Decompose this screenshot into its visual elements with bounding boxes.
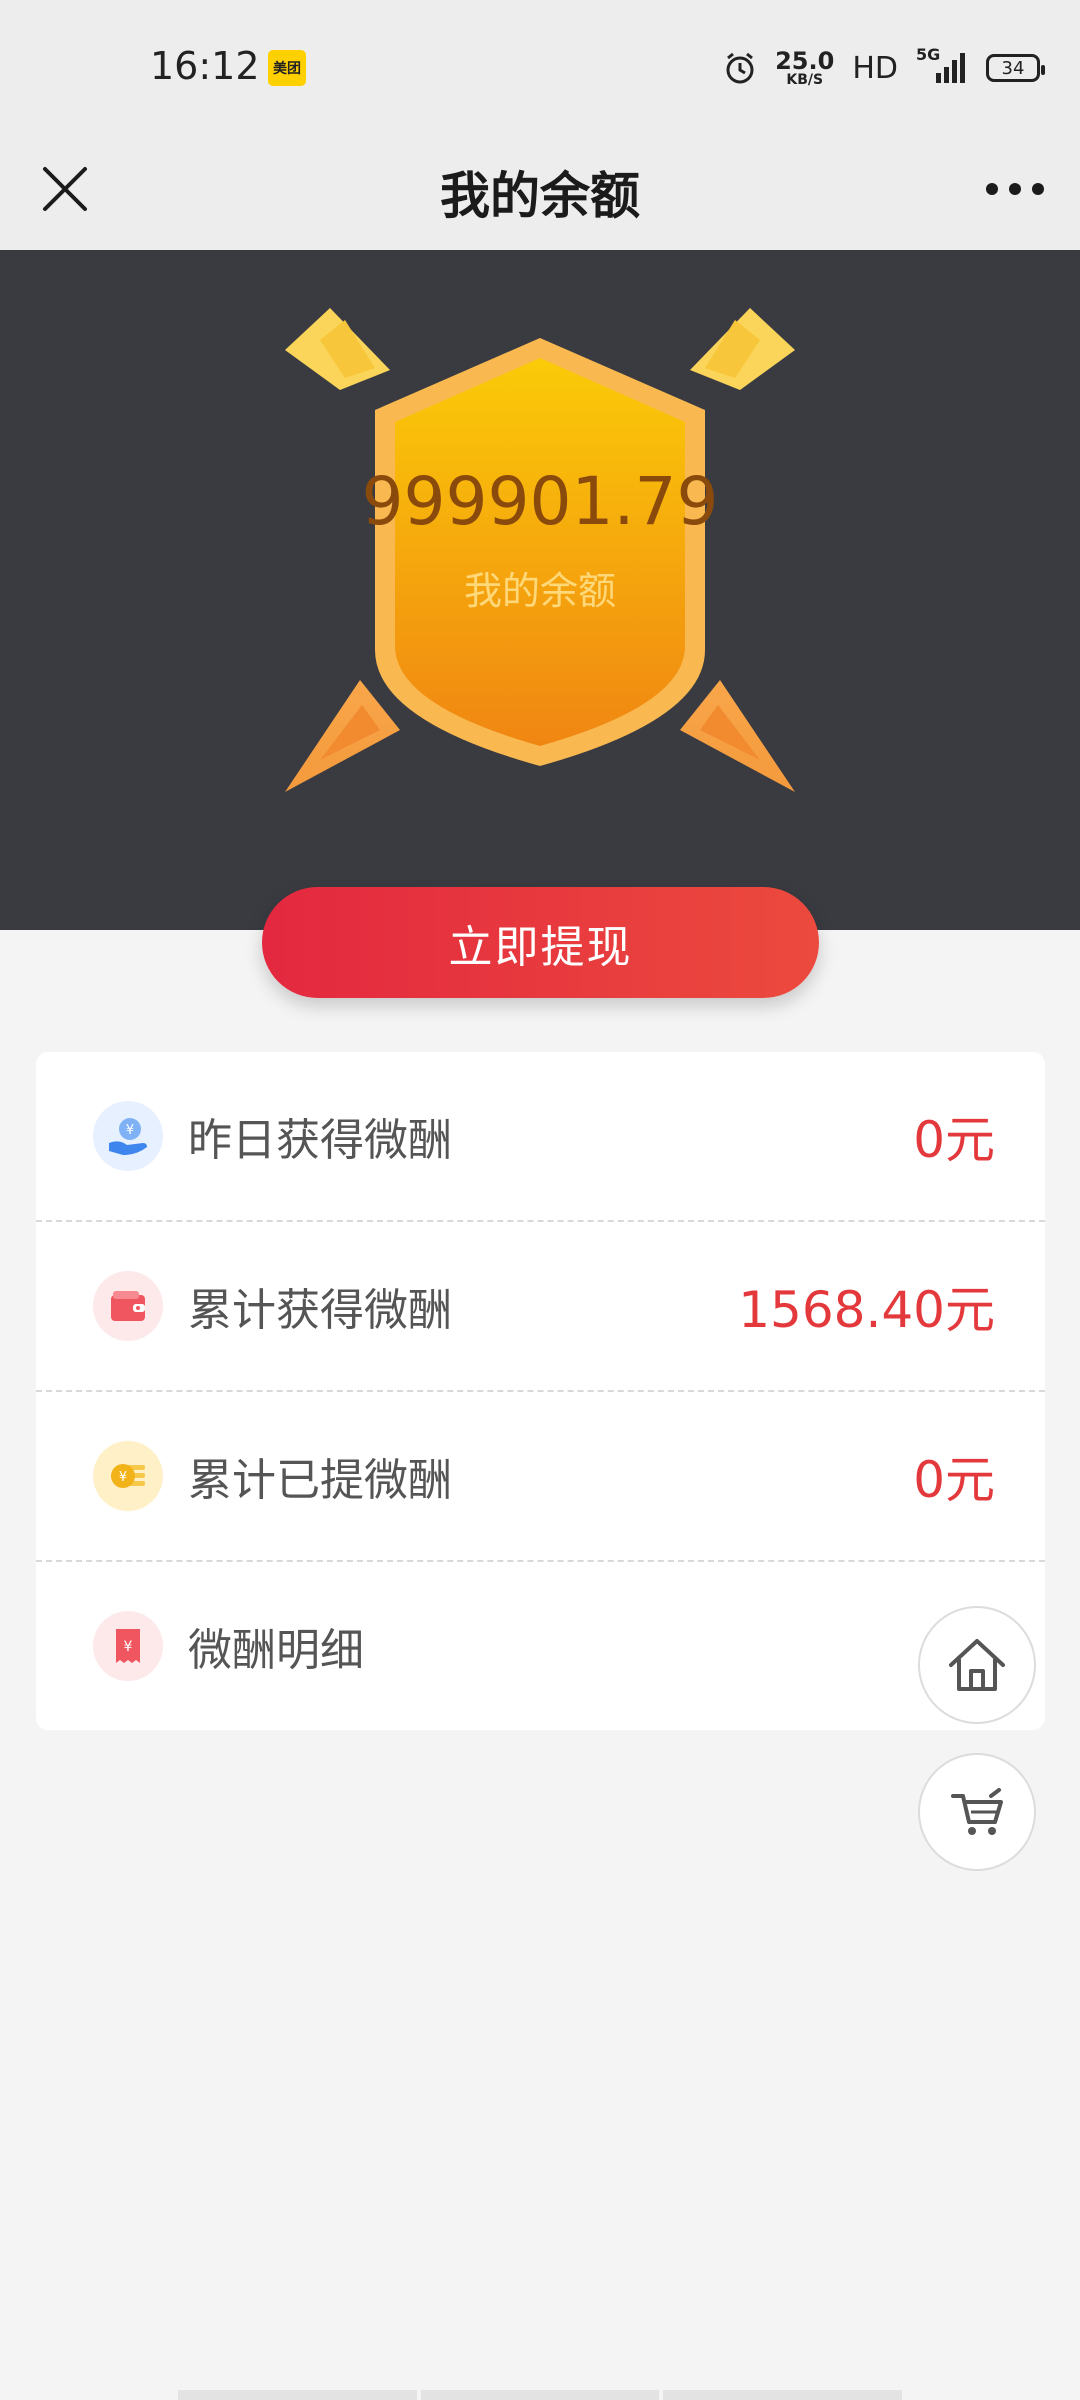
row-label: 累计已提微酬: [188, 1455, 452, 1506]
home-icon: [949, 1639, 1005, 1691]
alarm-icon: [726, 52, 754, 84]
status-time: 16:12: [150, 44, 260, 88]
svg-text:¥: ¥: [124, 1639, 133, 1655]
list-item-total-reward: 累计获得微酬 1568.40元: [36, 1222, 1045, 1392]
cart-button[interactable]: [918, 1753, 1036, 1871]
status-bar: 16:12 美团 25.0 KB/S HD 5G 34: [0, 0, 1080, 130]
cart-icon: [951, 1788, 1003, 1835]
row-value: 0元: [913, 1111, 995, 1169]
meituan-app-icon: 美团: [268, 50, 306, 86]
nav-header: 我的余额: [0, 130, 1080, 250]
signal-indicator: 5G: [916, 45, 968, 85]
status-indicators: 25.0 KB/S HD 5G 34: [723, 44, 1045, 92]
receipt-icon: ¥: [93, 1611, 163, 1681]
withdraw-button[interactable]: 立即提现: [262, 887, 819, 998]
page-title: 我的余额: [440, 167, 640, 225]
net-speed-unit: KB/S: [786, 72, 824, 88]
balance-label: 我的余额: [463, 569, 616, 613]
balance-hero: 999901.79 我的余额: [0, 250, 1080, 930]
reward-list: ¥ 昨日获得微酬 0元 累计获得微酬 1568.40元 ¥ 累计已提微酬 0元 …: [36, 1052, 1045, 1730]
battery-indicator: 34: [986, 54, 1045, 82]
more-button[interactable]: [980, 154, 1050, 224]
home-button[interactable]: [918, 1606, 1036, 1724]
more-icon: [986, 183, 1044, 195]
list-item-reward-details[interactable]: ¥ 微酬明细: [36, 1562, 1045, 1730]
net-speed: 25.0 KB/S: [775, 49, 834, 87]
list-item-yesterday-reward: ¥ 昨日获得微酬 0元: [36, 1052, 1045, 1222]
row-label: 微酬明细: [188, 1625, 364, 1676]
signal-type: 5G: [916, 45, 941, 64]
balance-amount: 999901.79: [361, 463, 719, 540]
bottom-gesture-bar: [178, 2390, 903, 2400]
row-label: 昨日获得微酬: [188, 1115, 452, 1166]
hd-label: HD: [852, 50, 898, 86]
wallet-icon: [93, 1271, 163, 1341]
svg-text:¥: ¥: [126, 1123, 134, 1138]
row-value: 1568.40元: [738, 1281, 995, 1339]
row-label: 累计获得微酬: [188, 1285, 452, 1336]
net-speed-value: 25.0: [775, 47, 835, 75]
coin-icon: ¥: [93, 1441, 163, 1511]
list-item-withdrawn-reward: ¥ 累计已提微酬 0元: [36, 1392, 1045, 1562]
row-value: 0元: [913, 1451, 995, 1509]
svg-text:¥: ¥: [119, 1470, 127, 1485]
hand-coin-icon: ¥: [93, 1101, 163, 1171]
